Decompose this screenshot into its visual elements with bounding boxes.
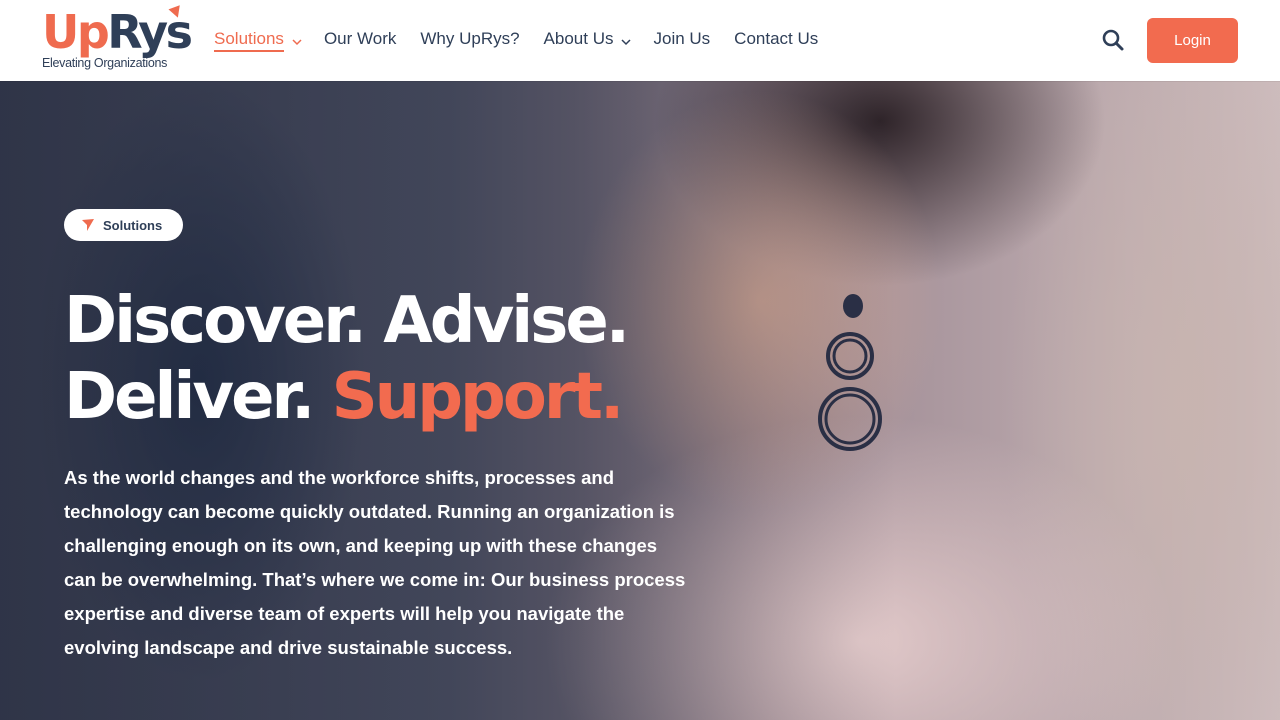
nav-label: Join Us	[653, 29, 711, 48]
badge-label: Solutions	[103, 217, 163, 233]
nav-label: Contact Us	[734, 29, 819, 48]
headline-line-2: Deliver.	[64, 360, 315, 434]
nav-item-contact-us[interactable]: Contact Us	[734, 29, 818, 52]
uprys-logo[interactable]: UpRys Elevating Organizations	[42, 5, 193, 74]
hero-headline: Discover. Advise. Deliver. Support.	[64, 283, 630, 435]
earring-decoration	[818, 294, 882, 451]
nav-label: About Us	[543, 29, 614, 48]
nav-item-about-us[interactable]: About Us	[544, 29, 634, 52]
nav-label: Why UpRys?	[420, 29, 520, 48]
logo-tagline: Elevating Organizations	[42, 56, 168, 70]
nav-label: Solutions	[214, 29, 284, 52]
arrow-pointer-icon	[82, 219, 94, 231]
site-header: UpRys Elevating Organizations Solutions …	[0, 0, 1280, 81]
main-nav: Solutions Our Work Why UpRys? About Us J…	[214, 0, 842, 81]
nav-item-solutions[interactable]: Solutions	[214, 29, 304, 52]
hero-section: Solutions Discover. Advise. Deliver. Sup…	[0, 81, 1280, 720]
solutions-badge: Solutions	[64, 209, 184, 241]
search-icon[interactable]	[1100, 27, 1126, 53]
headline-line-1: Discover. Advise.	[64, 284, 630, 358]
chevron-down-icon	[621, 38, 632, 45]
logo-text-up: Up	[42, 5, 110, 59]
nav-item-our-work[interactable]: Our Work	[324, 29, 396, 52]
hero-description: As the world changes and the workforce s…	[64, 467, 686, 658]
nav-item-join-us[interactable]: Join Us	[653, 29, 710, 52]
nav-item-why-uprys[interactable]: Why UpRys?	[420, 29, 519, 52]
login-button[interactable]: Login	[1147, 18, 1238, 63]
headline-accent: Support.	[331, 360, 625, 434]
chevron-down-icon	[292, 38, 302, 45]
nav-label: Our Work	[323, 29, 397, 48]
logo-wordmark: UpRys	[42, 5, 193, 59]
